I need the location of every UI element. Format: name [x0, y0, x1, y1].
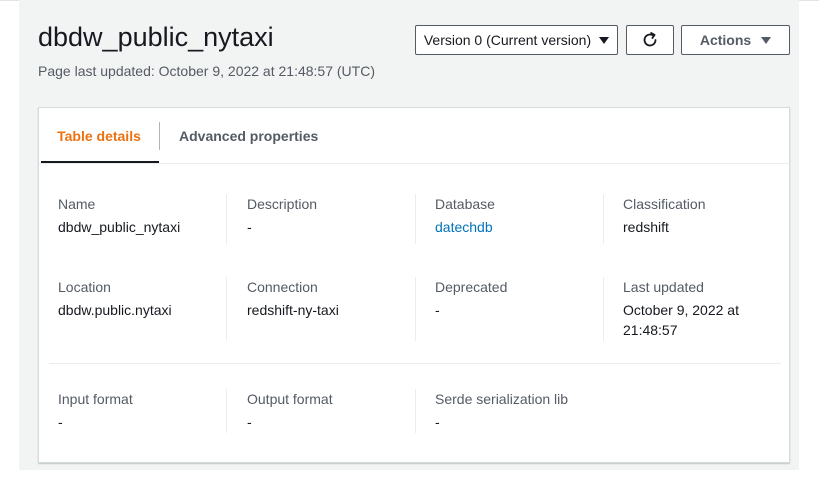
field-value: dbdw.public.nytaxi: [58, 302, 172, 318]
field-label: Deprecated: [435, 279, 508, 295]
tab-separator: [159, 122, 160, 150]
column-divider: [415, 389, 416, 433]
column-divider: [603, 194, 604, 244]
database-link[interactable]: datechdb: [435, 217, 600, 237]
field-label: Input format: [58, 391, 133, 407]
refresh-button[interactable]: [626, 25, 674, 55]
field-label: Classification: [623, 196, 706, 212]
field-label: Database: [435, 196, 495, 212]
page-title: dbdw_public_nytaxi: [38, 22, 274, 52]
field-serde-lib: Serde serialization lib -: [435, 389, 635, 432]
field-value: redshift: [623, 219, 669, 235]
field-label: Name: [58, 196, 96, 212]
field-value: -: [247, 219, 252, 235]
field-location: Location dbdw.public.nytaxi: [58, 277, 223, 320]
field-value: -: [435, 414, 440, 430]
page-last-updated: Page last updated: October 9, 2022 at 21…: [38, 63, 375, 79]
field-label: Connection: [247, 279, 318, 295]
field-last-updated: Last updated October 9, 2022 at 21:48:57: [623, 277, 758, 340]
field-classification: Classification redshift: [623, 194, 783, 237]
field-output-format: Output format -: [247, 389, 412, 432]
version-dropdown[interactable]: Version 0 (Current version): [415, 25, 618, 55]
column-divider: [415, 277, 416, 341]
column-divider: [415, 194, 416, 244]
actions-dropdown[interactable]: Actions: [681, 25, 790, 55]
version-dropdown-label: Version 0 (Current version): [423, 32, 592, 48]
column-divider: [226, 277, 227, 341]
field-deprecated: Deprecated -: [435, 277, 600, 320]
field-label: Description: [247, 196, 318, 212]
field-label: Serde serialization lib: [435, 391, 569, 407]
field-connection: Connection redshift-ny-taxi: [247, 277, 412, 320]
field-label: Location: [58, 279, 111, 295]
refresh-icon: [643, 32, 657, 47]
field-value: -: [247, 414, 252, 430]
caret-down-icon: [599, 36, 610, 44]
field-name: Name dbdw_public_nytaxi: [58, 194, 223, 237]
column-divider: [226, 389, 227, 433]
column-divider: [603, 277, 604, 341]
field-description: Description -: [247, 194, 412, 237]
tab-advanced-properties[interactable]: Advanced properties: [179, 108, 318, 163]
column-divider: [226, 194, 227, 244]
tab-bar: Table details Advanced properties: [39, 108, 789, 164]
tab-table-details[interactable]: Table details: [39, 108, 159, 163]
actions-dropdown-label: Actions: [699, 32, 752, 48]
field-value: -: [58, 414, 63, 430]
table-details-panel: Table details Advanced properties Name d…: [38, 107, 790, 463]
field-input-format: Input format -: [58, 389, 223, 432]
field-label: Last updated: [623, 279, 704, 295]
field-value: redshift-ny-taxi: [247, 302, 339, 318]
field-value: -: [435, 302, 440, 318]
field-value: October 9, 2022 at 21:48:57: [623, 302, 739, 338]
caret-down-icon: [761, 36, 772, 44]
field-value: dbdw_public_nytaxi: [58, 219, 181, 235]
field-label: Output format: [247, 391, 333, 407]
field-database: Database datechdb: [435, 194, 600, 237]
section-divider: [49, 363, 781, 364]
